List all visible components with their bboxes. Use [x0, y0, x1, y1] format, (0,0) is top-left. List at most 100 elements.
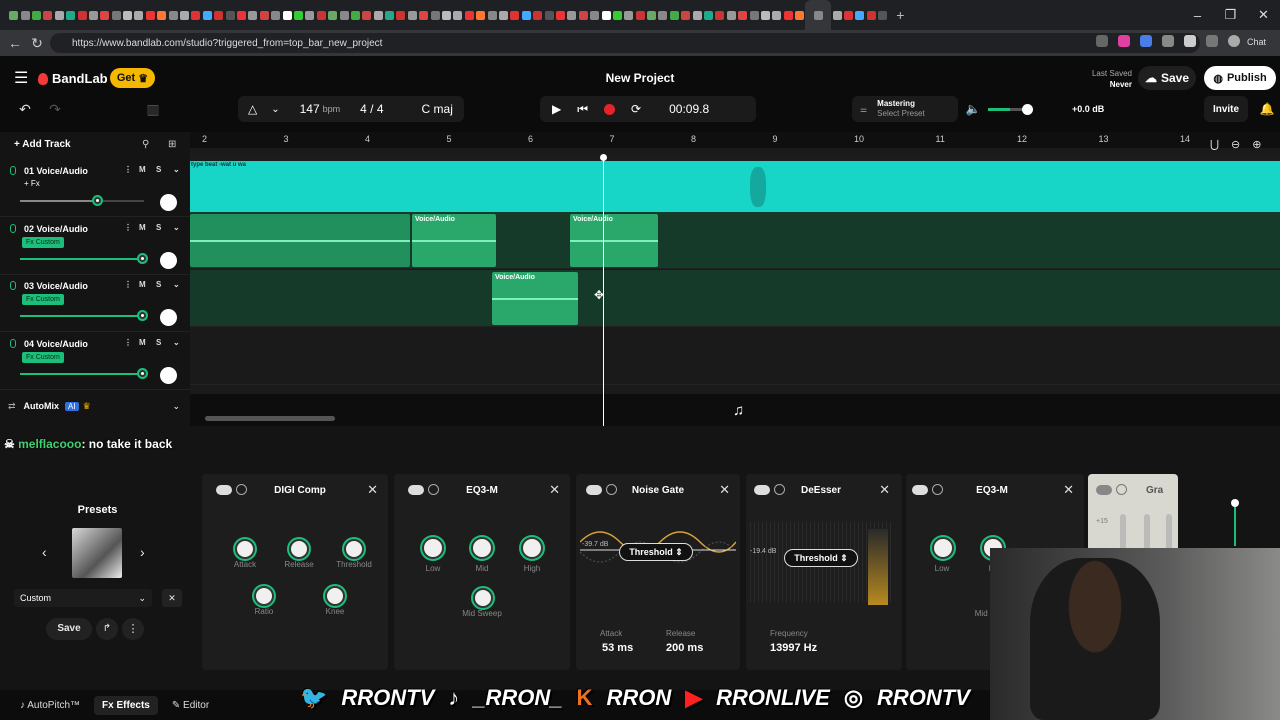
low-knob[interactable] — [422, 537, 444, 559]
browser-tab[interactable] — [88, 0, 99, 30]
browser-tab[interactable] — [259, 0, 270, 30]
solo-button[interactable]: S — [156, 165, 161, 174]
preset-thumbnail[interactable] — [72, 528, 122, 578]
fx-tag[interactable]: + Fx — [24, 179, 40, 188]
fader-knob[interactable] — [93, 197, 101, 204]
track-menu-icon[interactable]: ⋮ — [124, 338, 132, 347]
browser-tab[interactable] — [384, 0, 395, 30]
chat-extension-label[interactable]: Chat — [1247, 37, 1266, 47]
browser-tab[interactable] — [99, 0, 110, 30]
high-knob[interactable] — [521, 537, 543, 559]
panel-vertical-slider[interactable] — [1231, 499, 1239, 546]
playhead[interactable] — [603, 155, 604, 426]
close-icon[interactable]: ✕ — [367, 482, 378, 498]
browser-tab[interactable] — [122, 0, 133, 30]
browser-tab[interactable] — [854, 0, 865, 30]
browser-tab[interactable] — [441, 0, 452, 30]
browser-tab[interactable] — [76, 0, 87, 30]
fader-knob[interactable] — [138, 312, 146, 319]
pan-knob[interactable] — [160, 366, 177, 384]
metronome-icon[interactable]: △ — [248, 102, 257, 116]
browser-tab[interactable] — [714, 0, 725, 30]
mute-button[interactable]: M — [139, 280, 146, 289]
back-icon[interactable]: ← — [4, 35, 26, 51]
browser-tab[interactable] — [831, 0, 842, 30]
browser-tab[interactable] — [509, 0, 520, 30]
chevron-down-icon[interactable]: ⌄ — [173, 280, 180, 289]
threshold-control[interactable]: Threshold ⇕ — [619, 543, 693, 561]
browser-tab[interactable] — [737, 0, 748, 30]
browser-tab[interactable] — [475, 0, 486, 30]
close-window-icon[interactable]: ✕ — [1247, 0, 1280, 30]
browser-tab[interactable] — [202, 0, 213, 30]
knee-knob[interactable] — [325, 586, 345, 606]
zoom-out-icon[interactable]: ⊖ — [1231, 138, 1240, 151]
extension-icon[interactable] — [1096, 35, 1108, 47]
pan-knob[interactable] — [160, 309, 177, 326]
attack-knob[interactable] — [235, 539, 255, 559]
browser-tab[interactable] — [156, 0, 167, 30]
audio-clip[interactable]: Voice/Audio — [570, 214, 658, 267]
track-menu-icon[interactable]: ⋮ — [124, 223, 132, 232]
browser-tab[interactable] — [783, 0, 794, 30]
browser-tab[interactable] — [293, 0, 304, 30]
browser-tab[interactable] — [589, 0, 600, 30]
browser-tab[interactable] — [31, 0, 42, 30]
browser-tab[interactable] — [843, 0, 854, 30]
browser-tab[interactable] — [657, 0, 668, 30]
browser-tab[interactable] — [316, 0, 327, 30]
frequency-value[interactable]: 13997 Hz — [770, 642, 817, 654]
browser-tab[interactable] — [429, 0, 440, 30]
browser-tab[interactable] — [8, 0, 19, 30]
close-icon[interactable]: ✕ — [879, 482, 890, 498]
preset-save-button[interactable]: Save — [46, 618, 92, 640]
get-membership-button[interactable]: Get ♛ — [110, 68, 155, 88]
fx-tag[interactable]: Fx Custom — [22, 236, 64, 248]
record-button[interactable] — [604, 103, 616, 115]
track-header[interactable]: 04 Voice/Audio ⋮ M S ⌄ Fx Custom — [0, 333, 190, 390]
browser-tab[interactable] — [190, 0, 201, 30]
track-header[interactable]: 01 Voice/Audio ⋮ M S ⌄ + Fx — [0, 160, 190, 217]
chevron-down-icon[interactable]: ⌄ — [271, 104, 279, 115]
hamburger-menu-icon[interactable]: ☰ — [14, 68, 28, 88]
browser-tab[interactable] — [748, 0, 759, 30]
pan-knob[interactable] — [160, 251, 177, 269]
bandlab-logo[interactable]: BandLab — [38, 71, 108, 86]
attack-value[interactable]: 53 ms — [602, 642, 633, 654]
mid-sweep-knob[interactable] — [473, 588, 493, 608]
browser-tab[interactable] — [726, 0, 737, 30]
browser-tab[interactable] — [498, 0, 509, 30]
browser-tab[interactable] — [361, 0, 372, 30]
browser-tab[interactable] — [247, 0, 258, 30]
avatar[interactable] — [1228, 35, 1240, 47]
new-tab-icon[interactable]: + — [888, 0, 912, 30]
timeline-ruler[interactable]: 2 3 4 5 6 7 8 9 10 11 12 13 14 — [190, 132, 1280, 148]
editor-tab[interactable]: ✎ Editor — [172, 700, 209, 711]
browser-tab[interactable] — [794, 0, 805, 30]
chevron-down-icon[interactable]: ⌄ — [173, 165, 180, 174]
extension-icon[interactable] — [1184, 35, 1196, 47]
browser-tab[interactable] — [395, 0, 406, 30]
track-lane-1[interactable]: type beat -wat u wa — [190, 155, 1280, 214]
browser-tab[interactable] — [213, 0, 224, 30]
low-knob[interactable] — [932, 537, 954, 559]
volume-fader[interactable] — [20, 197, 144, 204]
info-icon[interactable] — [1116, 484, 1127, 495]
browser-tab[interactable] — [543, 0, 554, 30]
track1-clip[interactable]: type beat -wat u wa — [190, 161, 1280, 214]
browser-tab[interactable] — [532, 0, 543, 30]
track-lane-4[interactable] — [190, 328, 1280, 385]
fader-knob[interactable] — [138, 254, 146, 262]
notification-bell-icon[interactable]: 🔔 — [1254, 96, 1280, 122]
threshold-control[interactable]: Threshold ⇕ — [784, 549, 858, 567]
time-signature[interactable]: 4 / 4 — [360, 102, 383, 116]
browser-tab[interactable] — [54, 0, 65, 30]
browser-tab[interactable] — [680, 0, 691, 30]
loop-icon[interactable]: ⟳ — [631, 102, 641, 116]
audio-clip[interactable]: Voice/Audio — [412, 214, 496, 267]
add-music-icon[interactable]: ♫ — [733, 402, 744, 419]
track-name[interactable]: 02 Voice/Audio — [24, 224, 88, 234]
browser-tab[interactable] — [338, 0, 349, 30]
track-menu-icon[interactable]: ⋮ — [124, 280, 132, 289]
zoom-in-icon[interactable]: ⊕ — [1252, 138, 1261, 151]
